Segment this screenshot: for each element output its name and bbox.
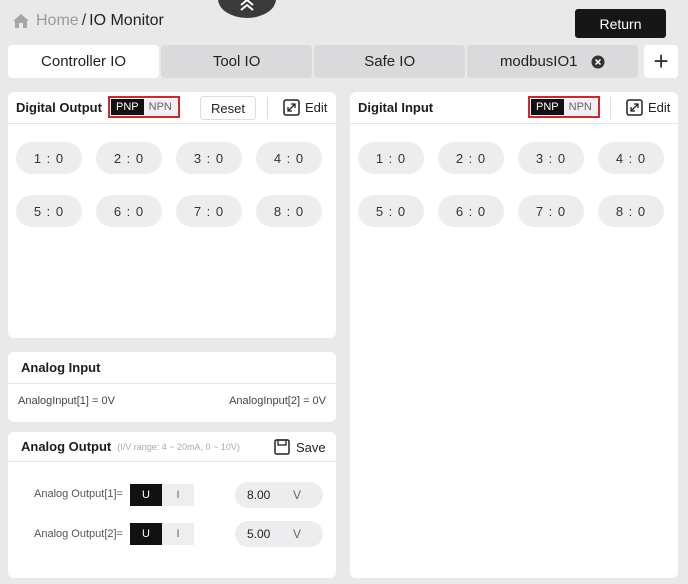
edit-label: Edit: [305, 100, 328, 115]
i-option[interactable]: I: [162, 484, 194, 506]
do-pin-3[interactable]: 3 : 0: [176, 142, 242, 174]
digital-output-pnp-npn-toggle[interactable]: PNP NPN: [108, 96, 180, 118]
range-note: (I/V range: 4 ~ 20mA, 0 ~ 10V): [117, 441, 240, 452]
double-chevron-up-icon: [240, 0, 254, 11]
di-pin-3: 3 : 0: [518, 142, 584, 174]
do-pin-2[interactable]: 2 : 0: [96, 142, 162, 174]
unit: V: [293, 488, 302, 502]
divider: [610, 97, 611, 119]
analog-input-panel: Analog Input AnalogInput[1] = 0V AnalogI…: [8, 352, 336, 422]
di-pin-2: 2 : 0: [438, 142, 504, 174]
add-tab-button[interactable]: +: [644, 45, 678, 78]
i-option[interactable]: I: [162, 523, 194, 545]
analog-output-header: Analog Output (I/V range: 4 ~ 20mA, 0 ~ …: [8, 432, 336, 462]
u-option[interactable]: U: [130, 484, 162, 506]
do-pin-7[interactable]: 7 : 0: [176, 195, 242, 227]
di-pin-8: 8 : 0: [598, 195, 664, 227]
analog-output-1-label: Analog Output[1]=: [34, 488, 123, 500]
digital-input-panel: Digital Input PNP NPN Edit 1 : 0 2 : 0 3…: [350, 92, 678, 578]
value: 8.00: [247, 488, 271, 502]
reset-button[interactable]: Reset: [200, 96, 256, 120]
analog-input-header: Analog Input: [8, 352, 336, 384]
analog-output-2-uv-switch[interactable]: U I: [130, 523, 194, 545]
pnp-option[interactable]: PNP: [531, 99, 564, 115]
digital-output-panel: Digital Output PNP NPN Reset Edit 1 : 0 …: [8, 92, 336, 338]
collapse-button[interactable]: [218, 0, 276, 18]
do-pin-6[interactable]: 6 : 0: [96, 195, 162, 227]
analog-input-title: Analog Input: [21, 360, 101, 375]
analog-input-2-value: AnalogInput[2] = 0V: [229, 395, 326, 407]
edit-label: Edit: [648, 100, 671, 115]
expand-icon: [283, 99, 300, 116]
tab-tool-io[interactable]: Tool IO: [161, 45, 313, 78]
unit: V: [293, 527, 302, 541]
digital-output-title: Digital Output: [16, 100, 102, 115]
tab-modbusio1[interactable]: modbusIO1: [467, 45, 639, 78]
return-button[interactable]: Return: [575, 9, 666, 38]
save-icon: [274, 439, 290, 455]
home-icon[interactable]: [12, 12, 30, 30]
pnp-option[interactable]: PNP: [111, 99, 144, 115]
npn-option[interactable]: NPN: [143, 99, 177, 115]
di-pin-7: 7 : 0: [518, 195, 584, 227]
edit-button[interactable]: Edit: [283, 99, 327, 116]
analog-output-1-uv-switch[interactable]: U I: [130, 484, 194, 506]
value: 5.00: [247, 527, 271, 541]
digital-input-header: Digital Input PNP NPN Edit: [350, 92, 678, 124]
analog-output-title: Analog Output: [21, 439, 112, 454]
do-pin-8[interactable]: 8 : 0: [256, 195, 322, 227]
tab-label: Controller IO: [41, 53, 127, 70]
save-button[interactable]: Save: [274, 439, 326, 455]
breadcrumb-current: IO Monitor: [89, 12, 164, 29]
breadcrumb-separator: /: [81, 12, 87, 29]
digital-input-title: Digital Input: [358, 100, 434, 115]
breadcrumb: Home / IO Monitor: [12, 12, 164, 30]
u-option[interactable]: U: [130, 523, 162, 545]
di-pin-6: 6 : 0: [438, 195, 504, 227]
do-pin-5[interactable]: 5 : 0: [16, 195, 82, 227]
breadcrumb-home[interactable]: Home: [36, 12, 79, 30]
analog-output-1-input[interactable]: 8.00 V: [235, 482, 323, 508]
tab-label: Tool IO: [212, 53, 261, 70]
do-pin-4[interactable]: 4 : 0: [256, 142, 322, 174]
expand-icon: [626, 99, 643, 116]
header: Home / IO Monitor Return: [0, 0, 688, 44]
edit-button[interactable]: Edit: [626, 99, 670, 116]
do-pin-1[interactable]: 1 : 0: [16, 142, 82, 174]
di-pin-4: 4 : 0: [598, 142, 664, 174]
tab-label: modbusIO1: [499, 53, 578, 70]
di-pin-1: 1 : 0: [358, 142, 424, 174]
tab-bar: Controller IO Tool IO Safe IO modbusIO1 …: [8, 45, 678, 78]
tab-controller-io[interactable]: Controller IO: [8, 45, 160, 78]
tab-safe-io[interactable]: Safe IO: [314, 45, 466, 78]
close-icon[interactable]: [591, 55, 605, 69]
digital-output-header: Digital Output PNP NPN Reset Edit: [8, 92, 336, 124]
analog-output-panel: Analog Output (I/V range: 4 ~ 20mA, 0 ~ …: [8, 432, 336, 578]
analog-input-1-value: AnalogInput[1] = 0V: [18, 395, 115, 407]
save-label: Save: [296, 439, 326, 455]
tab-label: Safe IO: [364, 53, 416, 70]
npn-option[interactable]: NPN: [563, 99, 597, 115]
analog-output-2-label: Analog Output[2]=: [34, 528, 123, 540]
di-pin-5: 5 : 0: [358, 195, 424, 227]
analog-output-2-input[interactable]: 5.00 V: [235, 521, 323, 547]
divider: [267, 97, 268, 119]
digital-input-pnp-npn-toggle[interactable]: PNP NPN: [528, 96, 600, 118]
